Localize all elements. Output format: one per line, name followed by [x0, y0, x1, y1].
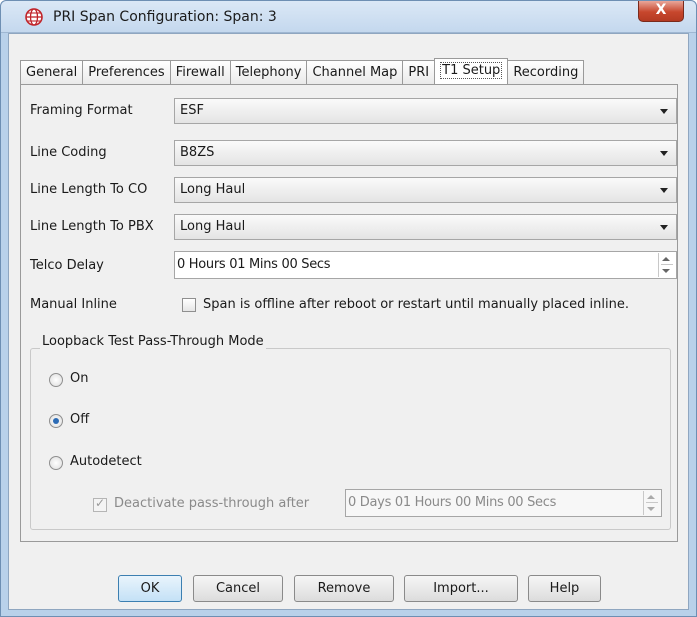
line-length-pbx-select[interactable]: Long Haul: [174, 214, 677, 240]
framing-format-value: ESF: [180, 103, 204, 118]
remove-button[interactable]: Remove: [294, 575, 394, 602]
loopback-group-title: Loopback Test Pass-Through Mode: [40, 334, 266, 349]
cancel-button[interactable]: Cancel: [193, 575, 283, 602]
spinner-buttons[interactable]: [643, 491, 660, 515]
telco-delay-value: 0 Hours 01 Mins 00 Secs: [177, 257, 331, 272]
tab-telephony[interactable]: Telephony: [229, 60, 308, 85]
tab-preferences[interactable]: Preferences: [82, 60, 171, 85]
line-coding-select[interactable]: B8ZS: [174, 140, 677, 166]
manual-inline-checkbox[interactable]: [182, 298, 196, 312]
chevron-down-icon: [660, 151, 668, 156]
tab-t1-setup-label: T1 Setup: [440, 62, 503, 79]
manual-inline-label: Manual Inline: [30, 297, 117, 312]
arrow-down-icon: [662, 269, 670, 273]
loopback-autodetect-radio[interactable]: [49, 456, 63, 470]
line-length-co-select[interactable]: Long Haul: [174, 177, 677, 203]
tab-general[interactable]: General: [20, 60, 84, 85]
globe-icon: [25, 8, 43, 26]
loopback-off-radio[interactable]: [49, 414, 63, 428]
line-coding-value: B8ZS: [180, 145, 215, 160]
help-button[interactable]: Help: [528, 575, 601, 602]
deactivate-passthrough-label: Deactivate pass-through after: [114, 496, 310, 511]
telco-delay-spinner[interactable]: 0 Hours 01 Mins 00 Secs: [174, 251, 677, 279]
checkmark-icon: ✓: [95, 496, 106, 510]
tab-firewall[interactable]: Firewall: [169, 60, 231, 85]
tab-recording[interactable]: Recording: [507, 60, 585, 85]
spinner-buttons[interactable]: [658, 253, 675, 277]
line-length-co-value: Long Haul: [180, 182, 246, 197]
loopback-on-radio[interactable]: [49, 373, 63, 387]
tab-pri[interactable]: PRI: [402, 60, 436, 85]
tab-t1-setup[interactable]: T1 Setup: [434, 58, 509, 85]
line-length-pbx-value: Long Haul: [180, 219, 246, 234]
framing-format-select[interactable]: ESF: [174, 98, 677, 124]
framing-format-label: Framing Format: [30, 103, 133, 118]
close-button[interactable]: X: [638, 1, 684, 22]
loopback-on-label: On: [70, 371, 89, 386]
arrow-down-icon: [647, 507, 655, 511]
chevron-down-icon: [660, 109, 668, 114]
telco-delay-label: Telco Delay: [30, 258, 104, 273]
loopback-autodetect-label: Autodetect: [70, 454, 142, 469]
manual-inline-checkbox-label: Span is offline after reboot or restart …: [203, 297, 629, 312]
tab-channel-map[interactable]: Channel Map: [306, 60, 404, 85]
deactivate-duration-value: 0 Days 01 Hours 00 Mins 00 Secs: [348, 495, 557, 510]
ok-button[interactable]: OK: [118, 575, 182, 602]
line-coding-label: Line Coding: [30, 145, 107, 160]
title-bar[interactable]: PRI Span Configuration: Span: 3 X: [1, 1, 696, 33]
chevron-down-icon: [660, 225, 668, 230]
loopback-off-label: Off: [70, 412, 90, 427]
arrow-up-icon: [662, 257, 670, 261]
window-title: PRI Span Configuration: Span: 3: [53, 9, 277, 25]
line-length-co-label: Line Length To CO: [30, 182, 148, 197]
import-button[interactable]: Import...: [404, 575, 518, 602]
tab-strip: General Preferences Firewall Telephony C…: [20, 58, 585, 85]
line-length-pbx-label: Line Length To PBX: [30, 219, 154, 234]
close-icon: X: [655, 2, 667, 18]
arrow-up-icon: [647, 495, 655, 499]
deactivate-duration-spinner[interactable]: 0 Days 01 Hours 00 Mins 00 Secs: [345, 489, 662, 517]
deactivate-passthrough-checkbox[interactable]: ✓: [93, 496, 107, 512]
chevron-down-icon: [660, 188, 668, 193]
